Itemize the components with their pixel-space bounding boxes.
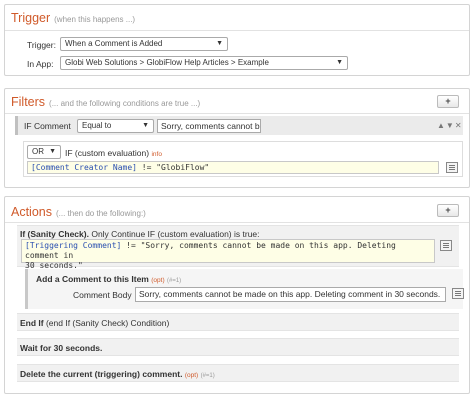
trigger-panel: Trigger (when this happens ...) Trigger: … [4, 4, 470, 76]
delete-opt-link[interactable]: (opt) [185, 372, 198, 379]
add-comment-action: Add a Comment to this Item (opt) (#=1) C… [25, 269, 464, 309]
chevron-down-icon: ▼ [336, 59, 343, 66]
filter-value-input[interactable]: Sorry, comments cannot b [157, 119, 261, 133]
actions-panel: Actions (... then do the following:) + If… [4, 196, 470, 394]
filters-title: Filters (... and the following conditions… [11, 95, 201, 109]
expression-editor-icon[interactable] [440, 240, 452, 251]
actions-title: Actions (... then do the following:) [11, 205, 146, 219]
chevron-down-icon: ▼ [216, 40, 223, 47]
trigger-title: Trigger (when this happens ...) [11, 11, 136, 25]
trigger-select[interactable]: When a Comment is Added ▼ [60, 37, 228, 51]
trigger-label: Trigger: [27, 40, 56, 50]
filter-logic-select[interactable]: OR ▼ [27, 145, 61, 159]
if-sanity-check-block: If (Sanity Check). Only Continue IF (cus… [17, 225, 459, 270]
add-comment-heading: Add a Comment to this Item (opt) (#=1) [36, 274, 182, 284]
filter-if-label: IF Comment [24, 121, 71, 131]
info-link[interactable]: info [151, 151, 161, 158]
chevron-down-icon: ▼ [142, 122, 149, 129]
end-if-description: (end If (Sanity Check) Condition) [43, 318, 170, 328]
end-if-row: End If (end If (Sanity Check) Condition) [17, 313, 459, 331]
filters-panel: Filters (... and the following conditions… [4, 88, 470, 188]
filters-subtitle: (... and the following conditions are tr… [49, 99, 201, 108]
app-select[interactable]: Globi Web Solutions > GlobiFlow Help Art… [60, 56, 348, 70]
end-if-label: End If [20, 318, 44, 328]
filter-operator-select[interactable]: Equal to ▼ [77, 119, 154, 133]
add-action-button[interactable]: + [437, 204, 459, 217]
filter-row-2: OR ▼ IF (custom evaluation) info [Comment… [23, 141, 463, 177]
actions-subtitle: (... then do the following:) [56, 209, 146, 218]
add-filter-button[interactable]: + [437, 95, 459, 108]
expression-editor-icon[interactable] [446, 162, 458, 173]
delete-count: (#=1) [200, 373, 215, 379]
filter-expression-input[interactable]: [Comment Creator Name] != "GlobiFlow" [27, 161, 439, 174]
filter-row-1: IF Comment Equal to ▼ Sorry, comments can… [15, 116, 463, 135]
comment-body-input[interactable]: Sorry, comments cannot be made on this a… [135, 287, 446, 302]
comment-body-label: Comment Body [73, 290, 132, 300]
app-label: In App: [27, 59, 54, 69]
trigger-subtitle: (when this happens ...) [54, 15, 136, 24]
wait-label: Wait for 30 seconds. [20, 343, 103, 353]
delete-comment-row: Delete the current (triggering) comment.… [17, 364, 459, 382]
delete-comment-label: Delete the current (triggering) comment. [20, 369, 183, 379]
wait-row: Wait for 30 seconds. [17, 338, 459, 356]
comment-body-editor-icon[interactable] [452, 288, 464, 299]
filter-move-delete-icons[interactable]: ▲▼✕ [437, 121, 463, 130]
if-expression-input[interactable]: [Triggering Comment] != "Sorry, comments… [21, 239, 435, 270]
filter-custom-eval-label: IF (custom evaluation) info [65, 148, 162, 158]
if-sanity-check-heading: If (Sanity Check). Only Continue IF (cus… [20, 229, 260, 239]
chevron-down-icon: ▼ [49, 148, 56, 155]
